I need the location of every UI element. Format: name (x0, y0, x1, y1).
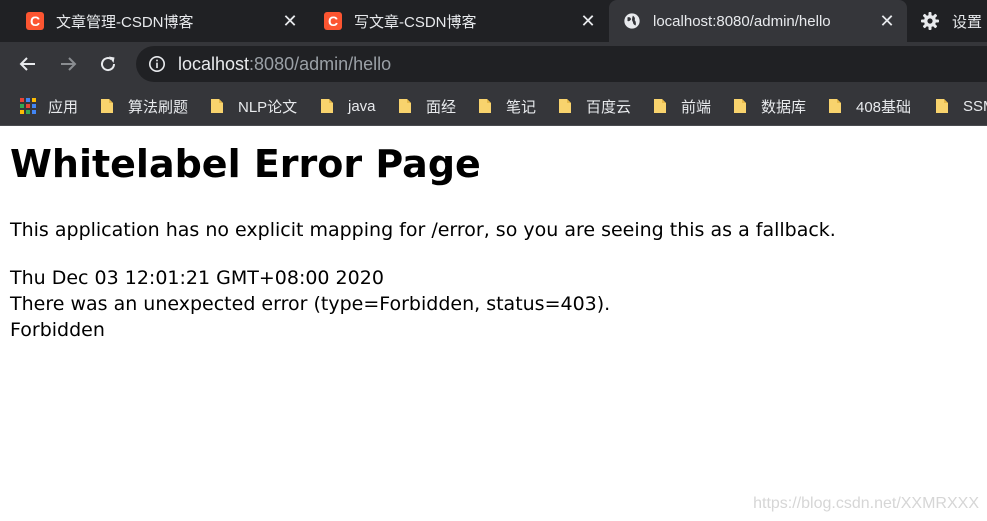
csdn-icon: C (324, 12, 342, 30)
bookmark-folder[interactable]: 笔记 (478, 86, 536, 126)
folder-icon (211, 99, 223, 113)
bookmark-label: 应用 (48, 98, 79, 116)
bookmarks-bar: 应用 算法刷题 NLP论文 java 面经 笔记 百度云 前端 数据库 408基… (0, 86, 987, 126)
folder-icon (829, 99, 841, 113)
error-description: This application has no explicit mapping… (10, 219, 836, 241)
bookmark-label: 408基础 (856, 98, 912, 116)
bookmark-label: SSM (963, 97, 987, 115)
url-host: localhost (178, 53, 250, 74)
url-text[interactable]: localhost:8080/admin/hello (178, 54, 391, 75)
browser-chrome: C 文章管理-CSDN博客 ✕ C 写文章-CSDN博客 ✕ localhost… (0, 0, 987, 126)
folder-icon (654, 99, 666, 113)
apps-grid-icon (20, 98, 36, 114)
folder-icon (479, 99, 491, 113)
folder-icon (936, 99, 948, 113)
folder-icon (321, 99, 333, 113)
bookmark-folder[interactable]: NLP论文 (210, 86, 297, 126)
bookmark-folder[interactable]: 算法刷题 (100, 86, 188, 126)
url-path: :8080/admin/hello (249, 53, 392, 74)
bookmark-label: 百度云 (586, 98, 632, 116)
bookmark-apps[interactable]: 应用 (20, 86, 78, 126)
error-status-line: There was an unexpected error (type=Forb… (10, 293, 611, 315)
tab-csdn-article-manage[interactable]: C 文章管理-CSDN博客 ✕ (14, 0, 310, 42)
csdn-icon: C (26, 12, 44, 30)
reload-button[interactable] (96, 52, 120, 76)
bookmark-folder[interactable]: 数据库 (733, 86, 806, 126)
bookmark-folder[interactable]: SSM (935, 86, 987, 126)
tab-csdn-write-article[interactable]: C 写文章-CSDN博客 ✕ (312, 0, 608, 42)
arrow-right-icon (61, 57, 77, 71)
tab-title: 文章管理-CSDN博客 (56, 13, 194, 31)
bookmark-label: 笔记 (506, 98, 537, 116)
error-message: Forbidden (10, 319, 105, 341)
close-icon[interactable]: ✕ (580, 12, 596, 30)
error-details: Thu Dec 03 12:01:21 GMT+08:00 2020 There… (10, 265, 610, 343)
close-icon[interactable]: ✕ (879, 12, 895, 30)
folder-icon (559, 99, 571, 113)
arrow-left-icon (19, 57, 35, 71)
forward-button[interactable] (56, 52, 80, 76)
bookmark-label: NLP论文 (238, 98, 298, 116)
bookmark-folder[interactable]: 408基础 (828, 86, 911, 126)
folder-icon (734, 99, 746, 113)
globe-icon (624, 13, 640, 29)
tab-title: localhost:8080/admin/hello (653, 12, 831, 30)
tab-strip: C 文章管理-CSDN博客 ✕ C 写文章-CSDN博客 ✕ localhost… (0, 0, 987, 42)
close-icon[interactable]: ✕ (282, 12, 298, 30)
tab-settings[interactable]: 设置 (920, 0, 982, 42)
info-icon[interactable] (148, 55, 166, 73)
bookmark-folder[interactable]: 百度云 (558, 86, 631, 126)
bookmark-label: java (348, 97, 376, 115)
toolbar: localhost:8080/admin/hello (0, 42, 987, 86)
reload-icon (101, 56, 116, 72)
gear-icon (921, 12, 939, 30)
bookmark-label: 算法刷题 (128, 98, 189, 116)
address-bar[interactable]: localhost:8080/admin/hello (136, 46, 987, 82)
bookmark-folder[interactable]: 前端 (653, 86, 711, 126)
bookmark-label: 数据库 (761, 98, 807, 116)
tab-title: 写文章-CSDN博客 (354, 13, 477, 31)
watermark: https://blog.csdn.net/XXMRXXX (753, 495, 979, 512)
page-title: Whitelabel Error Page (10, 142, 481, 186)
bookmark-label: 前端 (681, 98, 712, 116)
folder-icon (101, 99, 113, 113)
tab-localhost-active[interactable]: localhost:8080/admin/hello ✕ (609, 0, 907, 42)
bookmark-folder[interactable]: 面经 (398, 86, 456, 126)
settings-tab-label: 设置 (952, 13, 983, 31)
folder-icon (399, 99, 411, 113)
bookmark-folder[interactable]: java (320, 86, 376, 126)
back-button[interactable] (16, 52, 40, 76)
bookmark-label: 面经 (426, 98, 457, 116)
error-timestamp: Thu Dec 03 12:01:21 GMT+08:00 2020 (10, 267, 384, 289)
